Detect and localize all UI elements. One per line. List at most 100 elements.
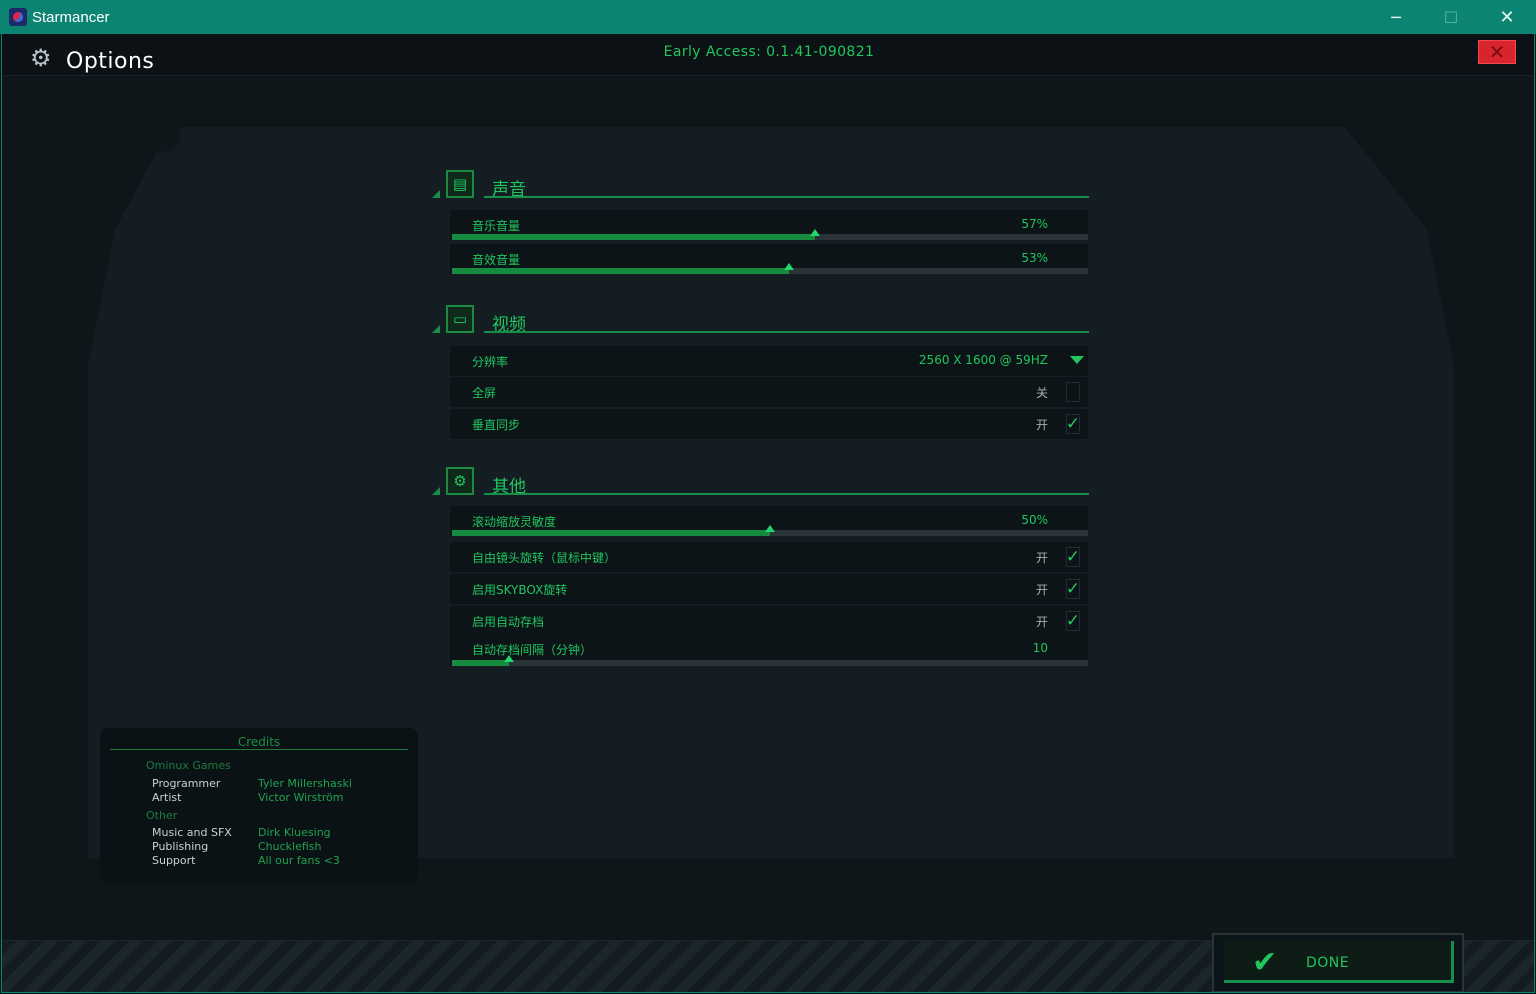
close-icon: ✕	[1488, 40, 1506, 64]
music-volume-value: 57%	[1021, 217, 1048, 231]
background-decoration	[1358, 82, 1428, 152]
window-titlebar: Starmancer ─ ☐ ✕	[0, 0, 1536, 34]
credits-role: Programmer	[152, 777, 221, 790]
app-logo-icon	[9, 8, 27, 26]
section-divider	[484, 331, 1089, 333]
game-viewport: ⚙ Options Early Access: 0.1.41-090821 ✕ …	[1, 34, 1535, 993]
credits-role: Artist	[152, 791, 182, 804]
section-header: ⚙ 其他	[432, 467, 1092, 499]
done-button[interactable]: ✔ DONE	[1212, 933, 1464, 992]
close-options-button[interactable]: ✕	[1478, 40, 1516, 64]
autosave-row: 启用自动存档 开 ✓	[450, 606, 1088, 636]
section-sound: ▤ 声音 音乐音量 57% 音效音量 53%	[432, 170, 1092, 280]
checkmark-icon: ✓	[1065, 414, 1081, 434]
autosave-interval-value: 10	[1032, 641, 1048, 655]
sfx-volume-value: 53%	[1021, 251, 1048, 265]
free-camera-checkbox[interactable]: ✓	[1066, 547, 1080, 567]
skybox-label: 启用SKYBOX旋转	[472, 583, 568, 597]
credits-title: Credits	[237, 735, 281, 749]
checkmark-icon: ✓	[1065, 547, 1081, 567]
sfx-volume-slider[interactable]	[452, 263, 1088, 274]
sfx-volume-row: 音效音量 53%	[450, 244, 1088, 274]
scroll-zoom-row: 滚动缩放灵敏度 50%	[450, 506, 1088, 536]
skybox-row: 启用SKYBOX旋转 开 ✓	[450, 574, 1088, 604]
done-button-face[interactable]: ✔ DONE	[1224, 941, 1454, 983]
done-label: DONE	[1306, 955, 1350, 971]
section-corner	[432, 190, 440, 198]
credits-role: Support	[152, 854, 196, 867]
checkmark-icon: ✓	[1065, 611, 1081, 631]
resolution-label: 分辨率	[472, 355, 509, 369]
slider-handle[interactable]	[784, 263, 795, 270]
resolution-value: 2560 X 1600 @ 59HZ	[918, 353, 1048, 367]
slider-handle[interactable]	[504, 655, 515, 662]
resolution-dropdown[interactable]: 分辨率 2560 X 1600 @ 59HZ	[450, 346, 1088, 376]
vsync-label: 垂直同步	[472, 418, 521, 432]
music-volume-slider[interactable]	[452, 229, 1088, 240]
fullscreen-state: 关	[1035, 386, 1048, 400]
vsync-state: 开	[1035, 418, 1048, 432]
window-close-button[interactable]: ✕	[1479, 0, 1535, 34]
credits-panel: Credits Ominux Games Programmer Tyler Mi…	[100, 728, 418, 884]
gear-icon: ⚙	[446, 467, 474, 495]
checkmark-icon: ✓	[1065, 579, 1081, 599]
section-divider	[484, 493, 1089, 495]
slider-fill	[452, 530, 770, 536]
scroll-zoom-label: 滚动缩放灵敏度	[472, 515, 557, 529]
slider-fill	[452, 268, 790, 274]
window-title: Starmancer	[32, 8, 110, 26]
section-header: ▤ 声音	[432, 170, 1092, 202]
sfx-volume-label: 音效音量	[472, 253, 521, 267]
autosave-interval-slider[interactable]	[452, 655, 1088, 666]
free-camera-state: 开	[1035, 551, 1048, 565]
checkmark-icon: ✔	[1252, 945, 1278, 980]
autosave-label: 启用自动存档	[472, 615, 545, 629]
background-decoration	[110, 82, 180, 152]
slider-handle[interactable]	[809, 229, 820, 236]
minimize-button[interactable]: ─	[1368, 0, 1424, 34]
options-header: ⚙ Options Early Access: 0.1.41-090821 ✕	[2, 34, 1534, 76]
credits-role: Publishing	[152, 840, 209, 853]
credits-divider	[110, 749, 408, 750]
section-divider	[484, 196, 1089, 198]
section-corner	[432, 487, 440, 495]
section-other: ⚙ 其他 滚动缩放灵敏度 50% 自由镜头旋转（鼠标中键） 开 ✓ 启用SKYB…	[432, 467, 1092, 667]
section-header: ▭ 视频	[432, 305, 1092, 337]
monitor-icon: ▭	[446, 305, 474, 333]
slider-fill	[452, 660, 510, 666]
fullscreen-label: 全屏	[472, 386, 497, 400]
credits-group: Other	[146, 809, 178, 822]
slider-fill	[452, 234, 815, 240]
credits-name: All our fans <3	[258, 854, 340, 867]
credits-group: Ominux Games	[146, 759, 231, 772]
radio-icon: ▤	[446, 170, 474, 198]
version-label: Early Access: 0.1.41-090821	[663, 44, 875, 60]
scroll-zoom-value: 50%	[1021, 513, 1048, 527]
credits-name: Chucklefish	[258, 840, 322, 853]
maximize-button[interactable]: ☐	[1423, 0, 1479, 34]
free-camera-row: 自由镜头旋转（鼠标中键） 开 ✓	[450, 542, 1088, 572]
vsync-row: 垂直同步 开 ✓	[450, 409, 1088, 439]
music-volume-label: 音乐音量	[472, 219, 521, 233]
section-corner	[432, 325, 440, 333]
skybox-checkbox[interactable]: ✓	[1066, 579, 1080, 599]
free-camera-label: 自由镜头旋转（鼠标中键）	[472, 551, 617, 565]
section-video: ▭ 视频 分辨率 2560 X 1600 @ 59HZ 全屏 关 垂直同步 开 …	[432, 305, 1092, 440]
scroll-zoom-slider[interactable]	[452, 525, 1088, 536]
credits-name: Tyler Millershaski	[258, 777, 352, 790]
credits-name: Victor Wirström	[258, 791, 344, 804]
credits-name: Dirk Kluesing	[258, 826, 331, 839]
fullscreen-checkbox[interactable]	[1066, 382, 1080, 402]
skybox-state: 开	[1035, 583, 1048, 597]
autosave-interval-row: 自动存档间隔（分钟） 10	[450, 636, 1088, 666]
credits-role: Music and SFX	[152, 826, 232, 839]
background-decoration	[1192, 864, 1442, 934]
fullscreen-row: 全屏 关	[450, 377, 1088, 407]
music-volume-row: 音乐音量 57%	[450, 210, 1088, 240]
autosave-checkbox[interactable]: ✓	[1066, 611, 1080, 631]
slider-handle[interactable]	[765, 525, 775, 532]
autosave-state: 开	[1035, 615, 1048, 629]
chevron-down-icon[interactable]	[1070, 356, 1084, 364]
vsync-checkbox[interactable]: ✓	[1066, 414, 1080, 434]
autosave-interval-label: 自动存档间隔（分钟）	[472, 643, 593, 657]
